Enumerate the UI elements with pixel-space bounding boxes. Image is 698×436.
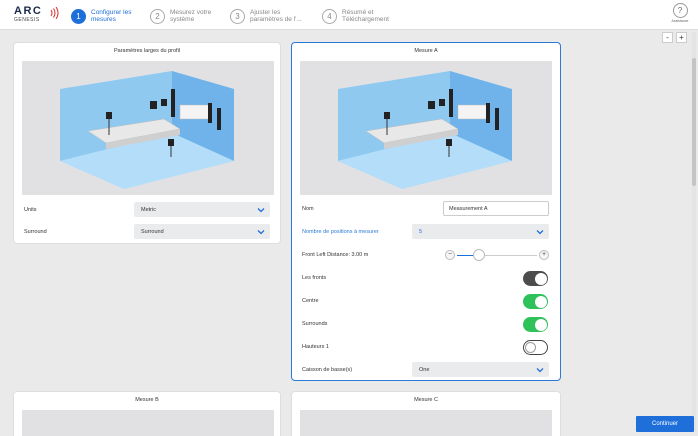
name-label: Nom	[302, 206, 314, 212]
step-1-number: 1	[71, 8, 86, 24]
positions-label: Nombre de positions à mesurer	[302, 229, 379, 235]
top-bar: ARC GENESIS 1 Configurer les mesures 2 M…	[0, 0, 698, 30]
help-icon: ?	[672, 3, 688, 18]
surrounds-toggle[interactable]	[523, 317, 548, 332]
positions-value: 5	[419, 228, 423, 235]
step-4-number: 4	[322, 8, 337, 24]
zoom-out-button[interactable]: -	[662, 32, 673, 43]
page-scrollbar[interactable]	[692, 32, 696, 432]
positions-select[interactable]: 5	[412, 224, 549, 239]
sound-wave-icon	[50, 7, 59, 19]
units-value: Metric	[141, 206, 156, 213]
room-illustration	[300, 410, 552, 436]
toggle-knob	[534, 295, 547, 308]
surround-select[interactable]: Surround	[134, 224, 270, 239]
profile-settings-card: Paramètres larges du profil Units Metric	[13, 42, 281, 244]
chevron-down-icon	[536, 368, 544, 373]
assistance-label: Assistance	[671, 19, 689, 23]
step-4[interactable]: 4 Résumé et Téléchargement	[322, 6, 400, 26]
chevron-down-icon	[257, 230, 265, 235]
room-illustration	[22, 410, 274, 436]
step-3[interactable]: 3 Ajuster les paramètres de l'...	[230, 6, 308, 26]
zoom-in-button[interactable]: +	[676, 32, 687, 43]
measure-b-title: Mesure B	[135, 397, 159, 403]
subwoofer-value: One	[419, 366, 430, 373]
step-2[interactable]: 2 Mesurez votre système	[150, 6, 228, 26]
centre-toggle[interactable]	[523, 294, 548, 309]
measure-c-title: Mesure C	[414, 397, 438, 403]
fronts-label: Les fronts	[302, 275, 327, 281]
room-3d-image	[60, 71, 234, 189]
subwoofer-select[interactable]: One	[412, 362, 549, 377]
surround-label: Surround	[24, 229, 47, 235]
toggle-knob	[534, 272, 547, 285]
step-2-label: Mesurez votre système	[170, 9, 212, 23]
profile-card-title: Paramètres larges du profil	[113, 48, 181, 54]
heights-toggle[interactable]	[523, 340, 548, 355]
distance-increase-button[interactable]: +	[539, 250, 549, 260]
arc-genesis-logo: ARC GENESIS	[14, 6, 59, 28]
toggle-knob	[534, 318, 547, 331]
chevron-down-icon	[257, 208, 265, 213]
measure-b-card[interactable]: Mesure B	[13, 391, 281, 436]
heights-row: Hauteurs 1	[302, 339, 550, 355]
surrounds-label: Surrounds	[302, 321, 328, 327]
fronts-toggle[interactable]	[523, 271, 548, 286]
continue-button[interactable]: Continuer	[636, 416, 694, 432]
subwoofer-label: Caisson de basse(s)	[302, 367, 353, 373]
room-illustration	[22, 61, 274, 195]
centre-row: Centre	[302, 293, 550, 309]
units-label: Units	[24, 207, 37, 213]
centre-label: Centre	[302, 298, 319, 304]
step-1-label: Configurer les mesures	[91, 9, 132, 23]
slider-knob[interactable]	[473, 249, 486, 261]
name-value: Measurement A	[449, 205, 488, 212]
heights-label: Hauteurs 1	[302, 344, 329, 350]
distance-slider[interactable]: − +	[445, 249, 549, 262]
distance-label: Front Left Distance: 3.00 m	[302, 252, 369, 258]
step-3-label: Ajuster les paramètres de l'...	[250, 9, 302, 23]
chevron-down-icon	[536, 230, 544, 235]
measure-a-card[interactable]: Mesure A Nom Measurement A Nombre de pos…	[291, 42, 561, 381]
measure-a-title: Mesure A	[414, 48, 438, 54]
step-3-number: 3	[230, 8, 245, 24]
name-input[interactable]: Measurement A	[443, 201, 549, 216]
step-4-label: Résumé et Téléchargement	[342, 9, 389, 23]
toggle-knob	[525, 341, 536, 353]
units-select[interactable]: Metric	[134, 202, 270, 217]
measure-c-card[interactable]: Mesure C	[291, 391, 561, 436]
fronts-row: Les fronts	[302, 270, 550, 286]
step-2-number: 2	[150, 8, 165, 24]
surrounds-row: Surrounds	[302, 316, 550, 332]
distance-decrease-button[interactable]: −	[445, 250, 455, 260]
surround-value: Surround	[141, 228, 164, 235]
scrollbar-thumb[interactable]	[692, 58, 696, 186]
step-1[interactable]: 1 Configurer les mesures	[71, 6, 149, 26]
room-illustration	[300, 61, 552, 195]
assistance-button[interactable]: ? Assistance	[668, 3, 692, 28]
room-3d-image	[338, 71, 512, 189]
